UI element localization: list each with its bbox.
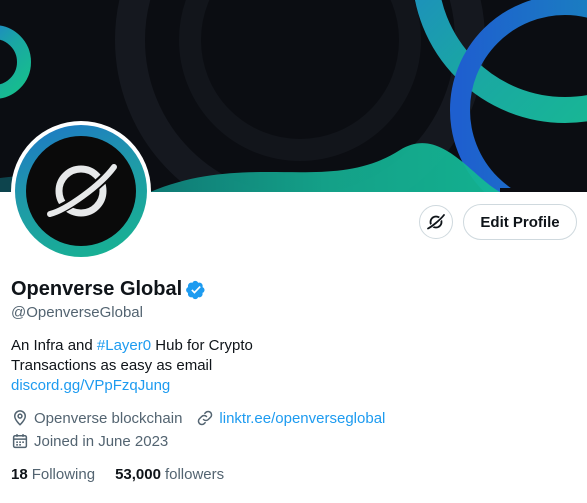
- avatar-ring: [15, 125, 147, 257]
- planet-action-button[interactable]: [419, 205, 453, 239]
- planet-ring-icon: [47, 164, 117, 217]
- bio-line-1: An Infra and #Layer0 Hub for Crypto: [11, 336, 253, 356]
- profile-website[interactable]: linktr.ee/openverseglobal: [196, 409, 385, 427]
- profile-name-row: Openverse Global: [11, 278, 206, 301]
- avatar-inner: [26, 136, 136, 246]
- planet-ring-icon: [426, 213, 446, 230]
- followers-link[interactable]: 53,000 followers: [115, 466, 224, 483]
- bio-hashtag[interactable]: #Layer0: [97, 337, 151, 354]
- edit-profile-button[interactable]: Edit Profile: [463, 204, 577, 240]
- profile-handle: @OpenverseGlobal: [11, 304, 143, 321]
- following-count: 18: [11, 466, 28, 483]
- location-pin-icon: [11, 409, 29, 427]
- bio-text: Hub for Crypto: [151, 337, 253, 354]
- website-link[interactable]: linktr.ee/openverseglobal: [219, 410, 385, 427]
- followers-label: followers: [164, 466, 225, 483]
- profile-location: Openverse blockchain: [34, 409, 183, 427]
- following-label: Following: [31, 466, 96, 483]
- bio-text: An Infra and: [11, 337, 97, 354]
- verified-badge-icon[interactable]: [186, 280, 206, 300]
- followers-count: 53,000: [115, 466, 161, 483]
- follow-stats: 18 Following 53,000 followers: [11, 466, 244, 483]
- profile-bio: An Infra and #Layer0 Hub for Crypto Tran…: [11, 336, 253, 396]
- profile-joined-date: Joined in June 2023: [34, 432, 169, 450]
- profile-location-row: Openverse blockchain linktr.ee/openverse…: [11, 409, 385, 427]
- display-name: Openverse Global: [11, 278, 183, 300]
- bio-discord-link[interactable]: discord.gg/VPpFzqJung: [11, 376, 253, 396]
- bio-line-2: Transactions as easy as email: [11, 357, 213, 374]
- avatar[interactable]: [11, 121, 151, 261]
- link-icon: [196, 409, 214, 427]
- profile-joined-row: Joined in June 2023: [11, 432, 168, 450]
- calendar-icon: [11, 432, 29, 450]
- following-link[interactable]: 18 Following: [11, 466, 95, 483]
